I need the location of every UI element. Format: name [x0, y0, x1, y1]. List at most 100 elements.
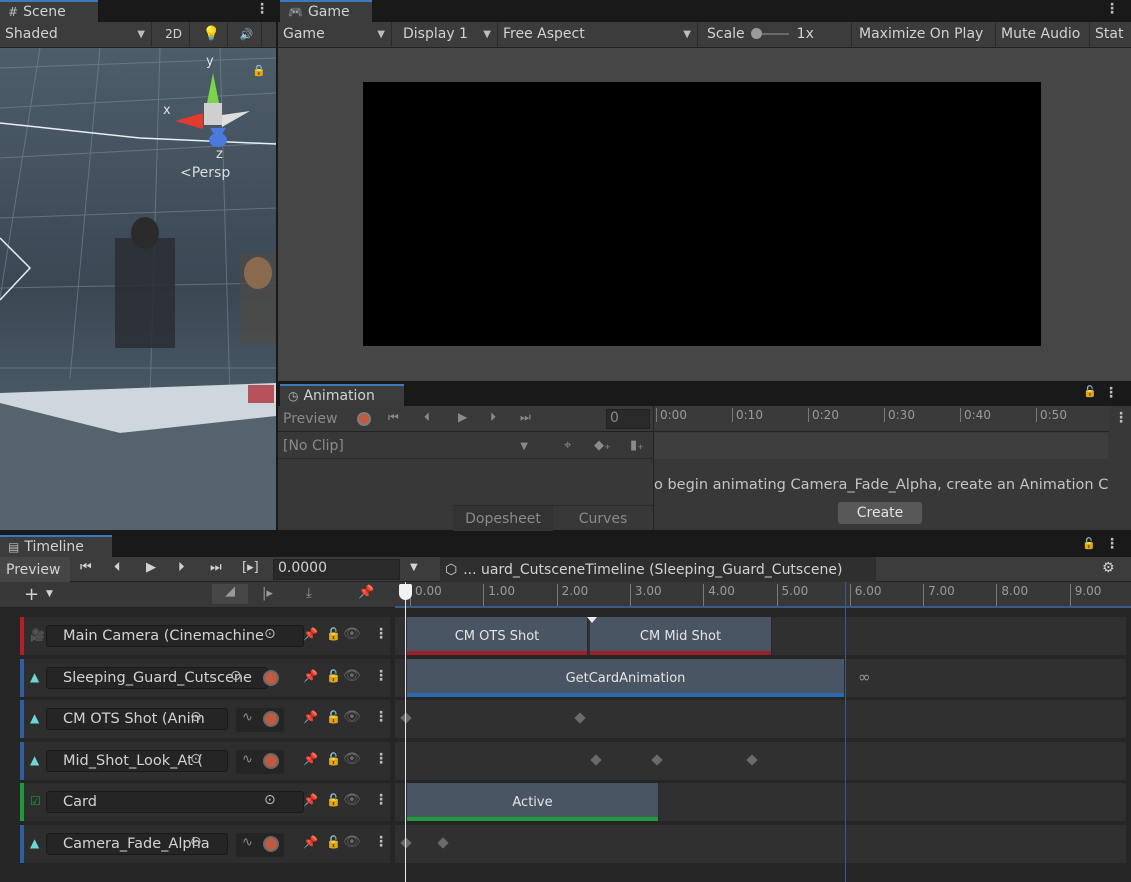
- lock-icon[interactable]: 🔒: [252, 64, 266, 77]
- keyframe-diamond[interactable]: [746, 754, 758, 766]
- filter-keys-icon[interactable]: ⌖: [564, 438, 571, 453]
- tab-animation-label: Animation: [303, 388, 375, 404]
- scene-menu-icon[interactable]: ⋮: [255, 1, 269, 17]
- audio-toggle[interactable]: 🔊: [232, 22, 262, 46]
- clip-cm-ots-shot[interactable]: CM OTS Shot: [407, 617, 588, 655]
- mute-audio-toggle[interactable]: Mute Audio: [996, 22, 1090, 46]
- animation-ruler-tick: 0:10: [732, 408, 763, 422]
- first-key-icon[interactable]: ⏮: [388, 410, 399, 425]
- lighting-toggle[interactable]: 💡: [196, 22, 228, 46]
- display-dropdown[interactable]: Display 1 ▼: [398, 22, 498, 46]
- tab-timeline-label: Timeline: [24, 539, 84, 555]
- game-viewport[interactable]: [278, 48, 1131, 381]
- play-icon[interactable]: ▶: [458, 410, 467, 424]
- scene-viewport[interactable]: y x z <Persp 🔒: [0, 48, 276, 530]
- animation-menu-icon[interactable]: ⋮: [1104, 385, 1118, 401]
- chevron-down-icon: ▼: [683, 28, 691, 40]
- pin-icon[interactable]: 📌: [358, 585, 374, 600]
- toggle-2d-button[interactable]: 2D: [158, 22, 190, 46]
- create-clip-button[interactable]: Create: [838, 502, 922, 524]
- play-range-icon[interactable]: [▸]: [242, 560, 259, 575]
- shading-mode-dropdown[interactable]: Shaded ▼: [0, 22, 152, 46]
- game-tab-bar: 🎮 Game ⋮: [280, 0, 1131, 22]
- next-key-icon[interactable]: ⏵: [490, 410, 496, 425]
- keyframe-diamond[interactable]: [590, 754, 602, 766]
- lock-icon[interactable]: 🔓: [1082, 537, 1096, 550]
- keyframe-diamond[interactable]: [574, 712, 586, 724]
- play-icon[interactable]: ▶: [146, 560, 156, 575]
- orientation-gizmo[interactable]: y x z: [160, 54, 260, 168]
- speaker-icon: 🔊: [239, 27, 254, 41]
- animation-preview-label: Preview: [283, 411, 338, 427]
- tab-scene[interactable]: # Scene: [0, 0, 98, 22]
- lock-icon[interactable]: 🔓: [1083, 385, 1097, 398]
- last-key-icon[interactable]: ⏭: [520, 410, 531, 425]
- animation-message-text: o begin animating Camera_Fade_Alpha, cre…: [654, 477, 1108, 493]
- tab-curves[interactable]: Curves: [553, 506, 653, 531]
- timeline-menu-icon[interactable]: ⋮: [1105, 536, 1119, 552]
- next-frame-icon[interactable]: ⏵: [178, 560, 185, 575]
- breadcrumb-path: ... uard_CutsceneTimeline (Sleeping_Guar…: [463, 561, 843, 578]
- keyframe-diamond[interactable]: [400, 712, 412, 724]
- timeline-ruler[interactable]: 0.00 1.00 2.00 3.00 4.00 5.00 6.00 7.00 8.00 9.00: [395, 582, 1131, 608]
- view-dropdown[interactable]: Game ▼: [278, 22, 392, 46]
- scale-slider[interactable]: [750, 28, 789, 39]
- tab-dopesheet[interactable]: Dopesheet: [453, 506, 553, 531]
- playhead-line[interactable]: [405, 582, 406, 882]
- timeline-tab-bar: ▤ Timeline 🔓 ⋮: [0, 533, 1131, 557]
- clip-dropdown[interactable]: [No Clip] ▼: [278, 433, 534, 459]
- scale-value: 1x: [796, 26, 814, 42]
- animation-controls: Preview ⏮ ⏴ ▶ ⏵ ⏭ 0: [278, 406, 653, 432]
- clip-cm-mid-shot[interactable]: CM Mid Shot: [590, 617, 772, 655]
- aspect-dropdown[interactable]: Free Aspect ▼: [498, 22, 698, 46]
- replace-mode-icon[interactable]: ⤓: [306, 586, 312, 601]
- time-format-dropdown[interactable]: ▼: [410, 562, 418, 573]
- prev-frame-icon[interactable]: ⏴: [114, 560, 121, 575]
- chevron-down-icon[interactable]: ▼: [46, 589, 53, 599]
- gear-icon[interactable]: ⚙: [1102, 560, 1115, 576]
- keyframe-diamond[interactable]: [437, 837, 449, 849]
- timeline-preview-toggle[interactable]: Preview: [0, 557, 70, 582]
- time-field[interactable]: 0.0000: [273, 559, 400, 580]
- clip-underline: [407, 693, 844, 697]
- animation-preview-toggle[interactable]: Preview: [278, 406, 348, 432]
- projection-label[interactable]: <Persp: [180, 165, 230, 181]
- timeline-toolbar: Preview ⏮ ⏴ ▶ ⏵ ⏭ [▸] 0.0000 ▼ ⬡ ... uar…: [0, 557, 1131, 582]
- animation-ruler[interactable]: 0:00 0:10 0:20 0:30 0:40 0:50: [654, 406, 1109, 432]
- mute-label: Mute Audio: [1001, 26, 1081, 42]
- clip-get-card-animation[interactable]: GetCardAnimation: [407, 659, 845, 697]
- stats-toggle[interactable]: Stat: [1090, 22, 1131, 46]
- go-to-end-icon[interactable]: ⏭: [210, 560, 222, 575]
- breadcrumb[interactable]: ⬡ ... uard_CutsceneTimeline (Sleeping_Gu…: [440, 557, 876, 582]
- clip-label: Active: [512, 794, 553, 810]
- scene-toolbar: Shaded ▼ 2D 💡 🔊: [0, 22, 276, 48]
- animation-panel: Preview ⏮ ⏴ ▶ ⏵ ⏭ 0 [No Clip] ▼ ⌖ ◆₊ ▮₊ …: [278, 406, 1131, 531]
- clip-active[interactable]: Active: [407, 783, 659, 821]
- scale-slider-thumb[interactable]: [750, 28, 762, 39]
- timeline-ruler-tick: 0.00: [410, 584, 442, 606]
- tab-game[interactable]: 🎮 Game: [280, 0, 372, 22]
- maximize-label: Maximize On Play: [859, 26, 984, 42]
- add-event-icon[interactable]: ▮₊: [630, 438, 644, 453]
- game-menu-icon[interactable]: ⋮: [1105, 1, 1119, 17]
- playhead-handle[interactable]: [399, 584, 412, 600]
- add-keyframe-icon[interactable]: ◆₊: [594, 438, 611, 453]
- record-icon[interactable]: [357, 412, 371, 426]
- display-dropdown-label: Display 1: [403, 26, 468, 42]
- tab-animation[interactable]: ◷ Animation: [280, 384, 404, 406]
- frame-field[interactable]: 0: [606, 409, 650, 429]
- ripple-mode-icon[interactable]: |▸: [262, 586, 273, 601]
- clip-label: CM Mid Shot: [639, 628, 722, 644]
- tab-timeline[interactable]: ▤ Timeline: [0, 535, 112, 557]
- tab-game-label: Game: [307, 4, 350, 20]
- prev-key-icon[interactable]: ⏴: [424, 410, 430, 425]
- keyframe-diamond[interactable]: [400, 837, 412, 849]
- scale-control: Scale 1x: [702, 22, 852, 46]
- clip-edit-mode-icon[interactable]: ◢: [212, 584, 248, 604]
- maximize-on-play-toggle[interactable]: Maximize On Play: [854, 22, 996, 46]
- tab-scene-label: Scene: [23, 4, 66, 20]
- go-to-start-icon[interactable]: ⏮: [80, 560, 92, 575]
- keyframe-diamond[interactable]: [651, 754, 663, 766]
- add-track-icon[interactable]: +: [24, 584, 39, 605]
- ruler-menu-icon[interactable]: ⋮: [1114, 410, 1128, 426]
